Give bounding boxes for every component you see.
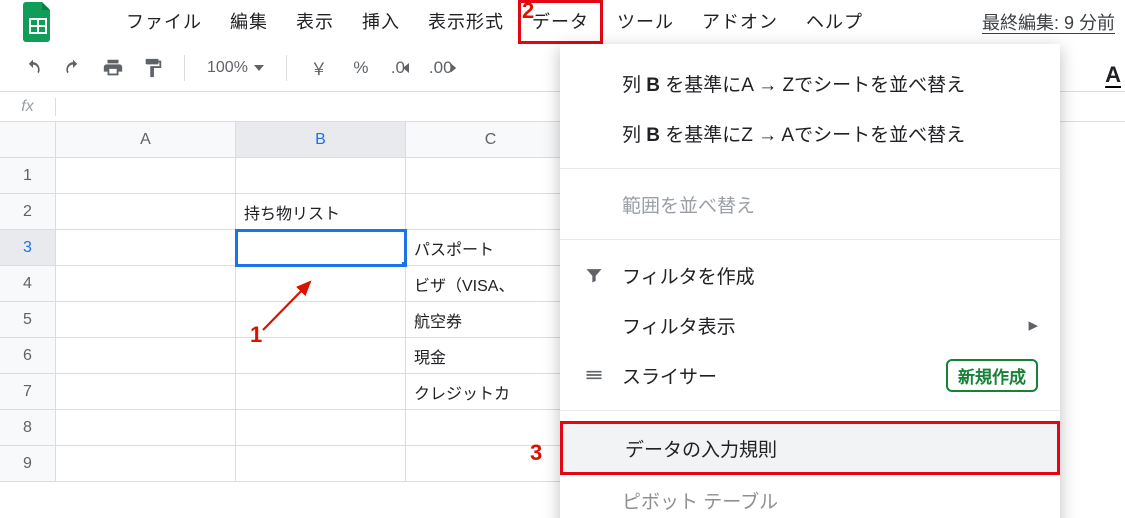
paint-format-icon [142, 57, 164, 79]
menu-addons[interactable]: アドオン [688, 0, 792, 44]
sort-range: 範囲を並べ替え [560, 179, 1060, 229]
filter-views[interactable]: フィルタ表示 ▸ [560, 300, 1060, 350]
menu-bar: ファイル 編集 表示 挿入 表示形式 データ ツール アドオン ヘルプ 最終編集… [0, 0, 1125, 44]
submenu-arrow-icon: ▸ [1028, 314, 1038, 337]
last-edit-link[interactable]: 最終編集: 9 分前 [982, 9, 1117, 35]
menu-tools[interactable]: ツール [603, 0, 688, 44]
cell-B3-selected[interactable] [236, 230, 406, 266]
sheets-logo [18, 2, 58, 42]
row-header[interactable]: 1 [0, 158, 56, 194]
menu-label: 範囲を並べ替え [622, 191, 755, 218]
percent-button[interactable]: % [345, 53, 377, 83]
slicer-icon [582, 365, 606, 385]
filter-icon [582, 265, 606, 285]
menu-label: ピボット テーブル [622, 487, 778, 514]
row-header[interactable]: 3 [0, 230, 56, 266]
arrow-right-small-icon [451, 63, 461, 73]
toolbar-separator [184, 55, 185, 81]
zoom-value: 100% [207, 59, 248, 77]
zoom-dropdown[interactable]: 100% [201, 59, 270, 77]
cell[interactable] [56, 158, 236, 194]
cell[interactable] [406, 158, 576, 194]
menu-view[interactable]: 表示 [282, 0, 348, 44]
data-menu-dropdown: 列 B を基準にA → Zでシートを並べ替え 列 B を基準にZ → Aでシート… [560, 44, 1060, 518]
menu-file[interactable]: ファイル [112, 0, 216, 44]
cell[interactable] [236, 338, 406, 374]
sort-sheet-za[interactable]: 列 B を基準にZ → Aでシートを並べ替え [560, 108, 1060, 158]
data-validation[interactable]: データの入力規則 [560, 421, 1060, 475]
menu-label: データの入力規則 [625, 435, 777, 462]
cell[interactable] [406, 446, 576, 482]
create-filter[interactable]: フィルタを作成 [560, 250, 1060, 300]
sort-sheet-az[interactable]: 列 B を基準にA → Zでシートを並べ替え [560, 58, 1060, 108]
arrow-left-small-icon [403, 63, 415, 73]
menu-label: 列 B を基準にZ → Aでシートを並べ替え [622, 120, 965, 147]
cell-C5[interactable]: 航空券 [406, 302, 576, 338]
pivot-table[interactable]: ピボット テーブル [560, 475, 1060, 518]
cell[interactable] [236, 158, 406, 194]
undo-button[interactable] [18, 53, 48, 83]
menu-separator [560, 168, 1060, 169]
cell[interactable] [56, 338, 236, 374]
menu-separator [560, 239, 1060, 240]
increase-decimal-label: .00 [429, 58, 453, 78]
cell[interactable] [56, 446, 236, 482]
cell[interactable] [236, 302, 406, 338]
menu-insert[interactable]: 挿入 [348, 0, 414, 44]
cell[interactable] [406, 410, 576, 446]
row-header[interactable]: 9 [0, 446, 56, 482]
cell[interactable] [56, 266, 236, 302]
decrease-decimal-button[interactable]: .0 [387, 53, 419, 83]
menu-edit[interactable]: 編集 [216, 0, 282, 44]
cell-C6[interactable]: 現金 [406, 338, 576, 374]
col-header-C[interactable]: C [406, 122, 576, 158]
cell[interactable] [56, 374, 236, 410]
cell[interactable] [236, 266, 406, 302]
menu-label: フィルタ表示 [622, 312, 736, 339]
new-badge: 新規作成 [946, 359, 1038, 392]
menu-help[interactable]: ヘルプ [792, 0, 877, 44]
cell[interactable] [56, 410, 236, 446]
currency-button[interactable]: ￥ [303, 53, 335, 83]
menu-label: 列 B を基準にA → Zでシートを並べ替え [622, 70, 965, 97]
increase-decimal-button[interactable]: .00 [429, 53, 461, 83]
cell-C4[interactable]: ビザ（VISA、 [406, 266, 576, 302]
cell[interactable] [236, 374, 406, 410]
cell-C3[interactable]: パスポート [406, 230, 576, 266]
redo-icon [63, 58, 83, 78]
col-header-B[interactable]: B [236, 122, 406, 158]
row-header[interactable]: 8 [0, 410, 56, 446]
cell[interactable] [56, 230, 236, 266]
menu-label: スライサー [622, 362, 717, 389]
row-header[interactable]: 5 [0, 302, 56, 338]
print-button[interactable] [98, 53, 128, 83]
menu-label: フィルタを作成 [622, 262, 755, 289]
cell[interactable] [56, 194, 236, 230]
row-header[interactable]: 4 [0, 266, 56, 302]
chevron-down-icon [254, 65, 264, 71]
menu-separator [560, 410, 1060, 411]
cell[interactable] [56, 302, 236, 338]
print-icon [102, 57, 124, 79]
toolbar-separator [286, 55, 287, 81]
cell[interactable] [406, 194, 576, 230]
sheets-icon [23, 2, 53, 42]
undo-icon [23, 58, 43, 78]
redo-button[interactable] [58, 53, 88, 83]
row-header[interactable]: 6 [0, 338, 56, 374]
select-all-corner[interactable] [0, 122, 56, 158]
row-header[interactable]: 2 [0, 194, 56, 230]
cell-C7[interactable]: クレジットカ [406, 374, 576, 410]
row-header[interactable]: 7 [0, 374, 56, 410]
menu-data[interactable]: データ [518, 0, 603, 44]
cell[interactable] [236, 446, 406, 482]
col-header-A[interactable]: A [56, 122, 236, 158]
cell[interactable] [236, 410, 406, 446]
slicer[interactable]: スライサー 新規作成 [560, 350, 1060, 400]
font-color-button[interactable]: A [1105, 62, 1121, 88]
cell-B2[interactable]: 持ち物リスト [236, 194, 406, 230]
fx-label: fx [0, 98, 56, 116]
menu-format[interactable]: 表示形式 [414, 0, 518, 44]
paint-format-button[interactable] [138, 53, 168, 83]
